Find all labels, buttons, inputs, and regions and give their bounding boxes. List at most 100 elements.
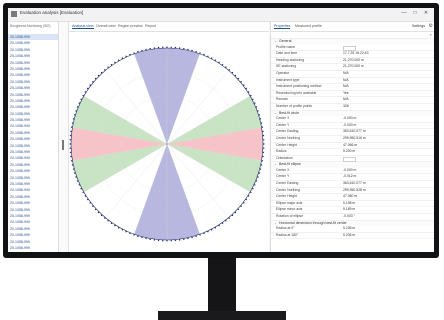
panel-splitter[interactable] (59, 22, 69, 252)
property-label: Center X (276, 116, 290, 121)
property-value: N/A (343, 70, 349, 75)
profile-point (76, 106, 79, 108)
profile-point (218, 61, 220, 64)
gear-icon[interactable]: ⚙ (429, 23, 433, 29)
property-row: Instrument positioning method N/A (271, 84, 434, 91)
window-title: Evaluation analysis [Evaluation] (20, 10, 84, 15)
profile-point (259, 168, 262, 170)
property-label: Center Easting (276, 181, 299, 186)
profile-point (89, 84, 91, 86)
profile-point (255, 106, 258, 108)
minimize-button[interactable]: — (400, 10, 408, 16)
property-value: 326 (343, 103, 349, 108)
property-label: Number of profile points (276, 103, 312, 108)
profile-point (203, 232, 205, 235)
property-row: Center Easting 363,610.077 m (271, 129, 434, 136)
profile-point (210, 57, 213, 59)
profile-point (110, 64, 113, 66)
profile-point (104, 69, 106, 71)
profile-point (231, 214, 234, 217)
property-section-title: General (279, 39, 292, 43)
profile-point (82, 191, 84, 194)
profile-point (263, 143, 265, 145)
settings-button[interactable]: Settings (412, 24, 425, 28)
profile-point (129, 53, 131, 56)
profile-point (89, 202, 91, 204)
profile-point (231, 71, 234, 74)
profile-point (243, 84, 245, 86)
property-input[interactable] (343, 156, 356, 162)
profile-point (73, 114, 76, 116)
profile-point (258, 172, 261, 174)
profile-point (252, 187, 254, 190)
property-row: Radius 5.200 m (271, 149, 434, 156)
property-value: 363,610.077 m (343, 129, 366, 134)
profile-point (259, 118, 262, 120)
profile-point (207, 231, 209, 233)
profile-point (262, 130, 264, 133)
profile-point (166, 240, 168, 242)
profile-point (250, 94, 252, 97)
profile-point (166, 46, 168, 48)
properties-search[interactable]: ⌕ (271, 32, 434, 39)
property-row: Center Height 47.060 m (271, 194, 434, 201)
profile-point (84, 195, 87, 197)
property-label: Resectioning info available (276, 90, 317, 95)
tab-overall-view[interactable]: Overall view (96, 24, 116, 28)
property-row: Center X -0.000 m (271, 116, 434, 123)
property-value: -0.012 m (343, 174, 357, 179)
property-value: N/A (343, 97, 349, 102)
property-value: 5.198 m (343, 200, 356, 205)
property-value: 21,270.000 m (343, 64, 364, 69)
profile-point (70, 155, 72, 158)
tab-analysis-view[interactable]: Analysis view (72, 24, 94, 29)
property-label: Center Height (276, 142, 297, 147)
profile-point (221, 222, 224, 224)
property-row: Center X -0.000 m (271, 168, 434, 175)
tab-properties[interactable]: Properties (274, 24, 291, 29)
profile-point (255, 180, 258, 182)
profile-point (195, 235, 197, 238)
property-input[interactable] (343, 45, 356, 51)
profile-point (72, 168, 75, 170)
property-label: Profile name (276, 44, 296, 49)
profile-point (69, 143, 71, 145)
profile-point (107, 66, 109, 68)
tab-measured-profile[interactable]: Measured profile (295, 24, 322, 28)
profile-point (261, 160, 264, 162)
tab-region-preview[interactable]: Region preview (118, 24, 143, 28)
maximize-button[interactable]: □ (411, 10, 419, 16)
profile-point (225, 220, 227, 222)
property-value: 5.200 m (343, 149, 356, 154)
splitter-grip-icon[interactable] (62, 140, 64, 150)
property-label: Ellipse major axis (276, 200, 303, 205)
profile-point (218, 224, 220, 227)
property-label: Radius (276, 149, 287, 154)
property-value: 5.189 m (343, 207, 356, 212)
profile-point (260, 122, 263, 124)
profile-point (245, 87, 247, 90)
tab-report[interactable]: Report (145, 24, 156, 28)
profile-point (133, 52, 135, 54)
list-header: Roughness Monitoring (ISO) (10, 24, 51, 28)
profile-point (104, 217, 106, 219)
sample-list-item[interactable]: 20-1058-999 (8, 251, 58, 252)
profile-point (207, 55, 209, 57)
property-row: Resectioning info available Yes (271, 91, 434, 98)
profile-point (75, 110, 77, 112)
app-window: Evaluation analysis [Evaluation] — □ ✕ R… (8, 8, 434, 252)
profile-polar-plot[interactable] (69, 32, 269, 252)
profile-point (221, 64, 224, 66)
profile-point (76, 180, 79, 182)
profile-point (157, 46, 160, 49)
property-label: SE stationing (276, 64, 296, 69)
properties-panel: Properties Measured profile Settings ⚙ ⌕… (270, 22, 434, 252)
profile-point (145, 237, 147, 240)
search-icon[interactable]: ⌕ (430, 32, 432, 37)
profile-point (107, 220, 109, 222)
profile-point (149, 47, 151, 50)
profile-point (214, 227, 217, 229)
close-button[interactable]: ✕ (422, 10, 430, 16)
profile-point (149, 238, 151, 241)
property-label: Ellipse minor axis (276, 207, 303, 212)
